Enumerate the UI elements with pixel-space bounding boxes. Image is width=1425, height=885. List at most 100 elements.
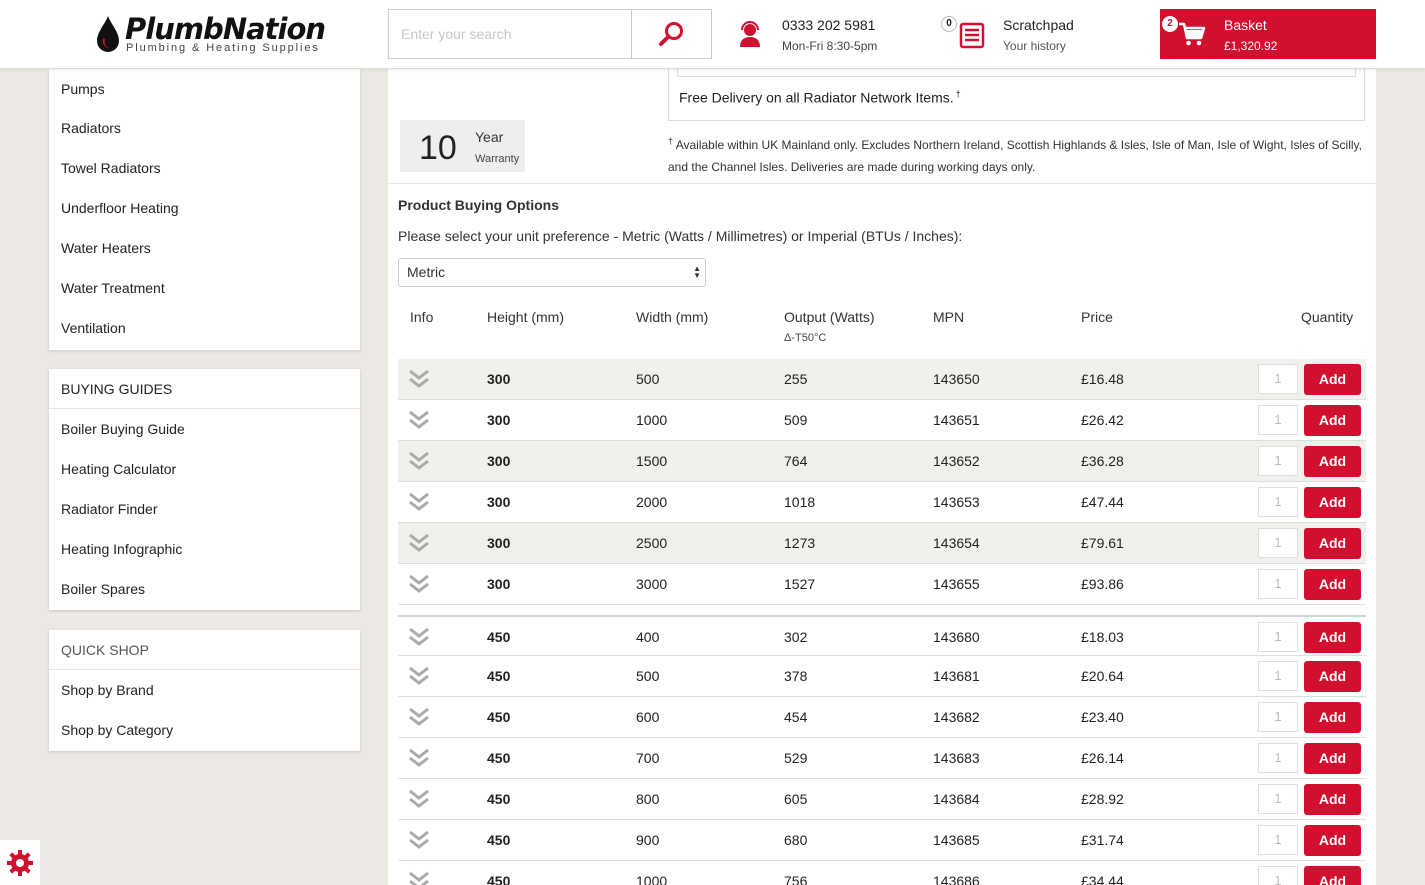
quantity-input[interactable]: 1 bbox=[1258, 622, 1298, 652]
expand-chevron-icon[interactable] bbox=[408, 491, 430, 518]
sidebar-item-radiator-finder[interactable]: Radiator Finder bbox=[49, 489, 360, 529]
quantity-input[interactable]: 1 bbox=[1258, 866, 1298, 885]
quantity-input[interactable]: 1 bbox=[1258, 702, 1298, 732]
gear-icon bbox=[7, 849, 33, 876]
add-to-basket-button[interactable]: Add bbox=[1304, 702, 1361, 733]
row-output: 529 bbox=[784, 750, 808, 766]
add-to-basket-button[interactable]: Add bbox=[1304, 866, 1361, 885]
row-mpn: 143654 bbox=[933, 535, 980, 551]
quantity-input[interactable]: 1 bbox=[1258, 487, 1298, 517]
expand-chevron-icon[interactable] bbox=[408, 532, 430, 559]
quantity-input[interactable]: 1 bbox=[1258, 661, 1298, 691]
add-to-basket-button[interactable]: Add bbox=[1304, 569, 1361, 600]
warranty-label: Warranty bbox=[475, 153, 520, 165]
row-price: £79.61 bbox=[1081, 535, 1124, 551]
row-width: 1000 bbox=[636, 412, 668, 428]
table-row: 450 900 680 143685 £31.74 1 Add bbox=[398, 820, 1366, 861]
free-delivery-note: Free Delivery on all Radiator Network It… bbox=[679, 89, 961, 106]
sidebar-item-boiler-spares[interactable]: Boiler Spares bbox=[49, 569, 360, 609]
delivery-dagger: † bbox=[955, 89, 961, 99]
unit-preference-select[interactable]: Metric ▲ ▼ bbox=[398, 258, 706, 287]
sidebar-item-pumps[interactable]: Pumps bbox=[49, 69, 360, 108]
quantity-input[interactable]: 1 bbox=[1258, 569, 1298, 599]
sidebar-item-shop-by-brand[interactable]: Shop by Brand bbox=[49, 670, 360, 710]
add-to-basket-button[interactable]: Add bbox=[1304, 487, 1361, 518]
sidebar-item-radiators[interactable]: Radiators bbox=[49, 108, 360, 148]
sidebar-item-shop-by-category[interactable]: Shop by Category bbox=[49, 710, 360, 750]
basket-label: Basket bbox=[1224, 17, 1267, 33]
sidebar-item-ventilation[interactable]: Ventilation bbox=[49, 308, 360, 348]
quantity-input[interactable]: 1 bbox=[1258, 743, 1298, 773]
sidebar-item-heating-calculator[interactable]: Heating Calculator bbox=[49, 449, 360, 489]
row-mpn: 143650 bbox=[933, 371, 980, 387]
row-output: 302 bbox=[784, 629, 808, 645]
add-to-basket-button[interactable]: Add bbox=[1304, 784, 1361, 815]
row-width: 500 bbox=[636, 668, 660, 684]
quantity-input[interactable]: 1 bbox=[1258, 364, 1298, 394]
sidebar-item-underfloor-heating[interactable]: Underfloor Heating bbox=[49, 188, 360, 228]
sidebar-item-towel-radiators[interactable]: Towel Radiators bbox=[49, 148, 360, 188]
expand-chevron-icon[interactable] bbox=[408, 706, 430, 733]
sidebar-item-water-treatment[interactable]: Water Treatment bbox=[49, 268, 360, 308]
row-price: £18.03 bbox=[1081, 629, 1124, 645]
sidebar-item-water-heaters[interactable]: Water Heaters bbox=[49, 228, 360, 268]
scratchpad-link[interactable]: Scratchpad bbox=[1003, 17, 1074, 33]
table-row: 450 800 605 143684 £28.92 1 Add bbox=[398, 779, 1366, 820]
expand-chevron-icon[interactable] bbox=[408, 573, 430, 600]
row-output: 1527 bbox=[784, 576, 816, 592]
warranty-number: 10 bbox=[419, 129, 457, 167]
expand-chevron-icon[interactable] bbox=[408, 450, 430, 477]
footnote-dagger: † bbox=[668, 136, 674, 146]
expand-chevron-icon[interactable] bbox=[408, 829, 430, 856]
search-input[interactable] bbox=[389, 10, 631, 58]
warranty-badge: 10 Year Warranty bbox=[400, 120, 525, 172]
product-main: Free Delivery on all Radiator Network It… bbox=[388, 69, 1376, 885]
add-to-basket-button[interactable]: Add bbox=[1304, 405, 1361, 436]
add-to-basket-button[interactable]: Add bbox=[1304, 743, 1361, 774]
row-price: £26.42 bbox=[1081, 412, 1124, 428]
cookie-settings-button[interactable] bbox=[0, 840, 40, 885]
row-mpn: 143685 bbox=[933, 832, 980, 848]
column-header-output: Output (Watts) bbox=[784, 309, 875, 325]
quantity-input[interactable]: 1 bbox=[1258, 825, 1298, 855]
expand-chevron-icon[interactable] bbox=[408, 665, 430, 692]
add-to-basket-button[interactable]: Add bbox=[1304, 364, 1361, 395]
row-width: 1000 bbox=[636, 873, 668, 885]
unit-preference-prompt: Please select your unit preference - Met… bbox=[398, 228, 963, 244]
quantity-input[interactable]: 1 bbox=[1258, 446, 1298, 476]
expand-chevron-icon[interactable] bbox=[408, 626, 430, 653]
row-height: 450 bbox=[487, 668, 511, 684]
add-to-basket-button[interactable]: Add bbox=[1304, 446, 1361, 477]
column-header-width: Width (mm) bbox=[636, 309, 709, 325]
quantity-input[interactable]: 1 bbox=[1258, 405, 1298, 435]
add-to-basket-button[interactable]: Add bbox=[1304, 661, 1361, 692]
sidebar-item-boiler-buying-guide[interactable]: Boiler Buying Guide bbox=[49, 409, 360, 449]
row-output: 764 bbox=[784, 453, 808, 469]
row-output: 756 bbox=[784, 873, 808, 885]
quick-shop-heading: QUICK SHOP bbox=[49, 630, 360, 670]
add-to-basket-button[interactable]: Add bbox=[1304, 622, 1361, 653]
row-height: 300 bbox=[487, 371, 511, 387]
sidebar-item-heating-infographic[interactable]: Heating Infographic bbox=[49, 529, 360, 569]
search-button[interactable] bbox=[631, 10, 712, 58]
add-to-basket-button[interactable]: Add bbox=[1304, 825, 1361, 856]
plumbnation-logo[interactable]: PlumbNation Plumbing & Heating Supplies bbox=[92, 12, 326, 58]
expand-chevron-icon[interactable] bbox=[408, 409, 430, 436]
quantity-input[interactable]: 1 bbox=[1258, 528, 1298, 558]
table-row: 300 1500 764 143652 £36.28 1 Add bbox=[398, 441, 1366, 482]
expand-chevron-icon[interactable] bbox=[408, 747, 430, 774]
quantity-input[interactable]: 1 bbox=[1258, 784, 1298, 814]
expand-chevron-icon[interactable] bbox=[408, 368, 430, 395]
quick-shop-panel: QUICK SHOP Shop by Brand Shop by Categor… bbox=[49, 630, 360, 751]
expand-chevron-icon[interactable] bbox=[408, 870, 430, 885]
row-output: 1018 bbox=[784, 494, 816, 510]
row-price: £36.28 bbox=[1081, 453, 1124, 469]
add-to-basket-button[interactable]: Add bbox=[1304, 528, 1361, 559]
expand-chevron-icon[interactable] bbox=[408, 788, 430, 815]
phone-number[interactable]: 0333 202 5981 bbox=[782, 17, 875, 33]
select-updown-icon: ▲ ▼ bbox=[693, 264, 701, 280]
row-height: 450 bbox=[487, 629, 511, 645]
row-output: 1273 bbox=[784, 535, 816, 551]
row-output: 454 bbox=[784, 709, 808, 725]
scratchpad-list-icon[interactable] bbox=[958, 21, 986, 49]
